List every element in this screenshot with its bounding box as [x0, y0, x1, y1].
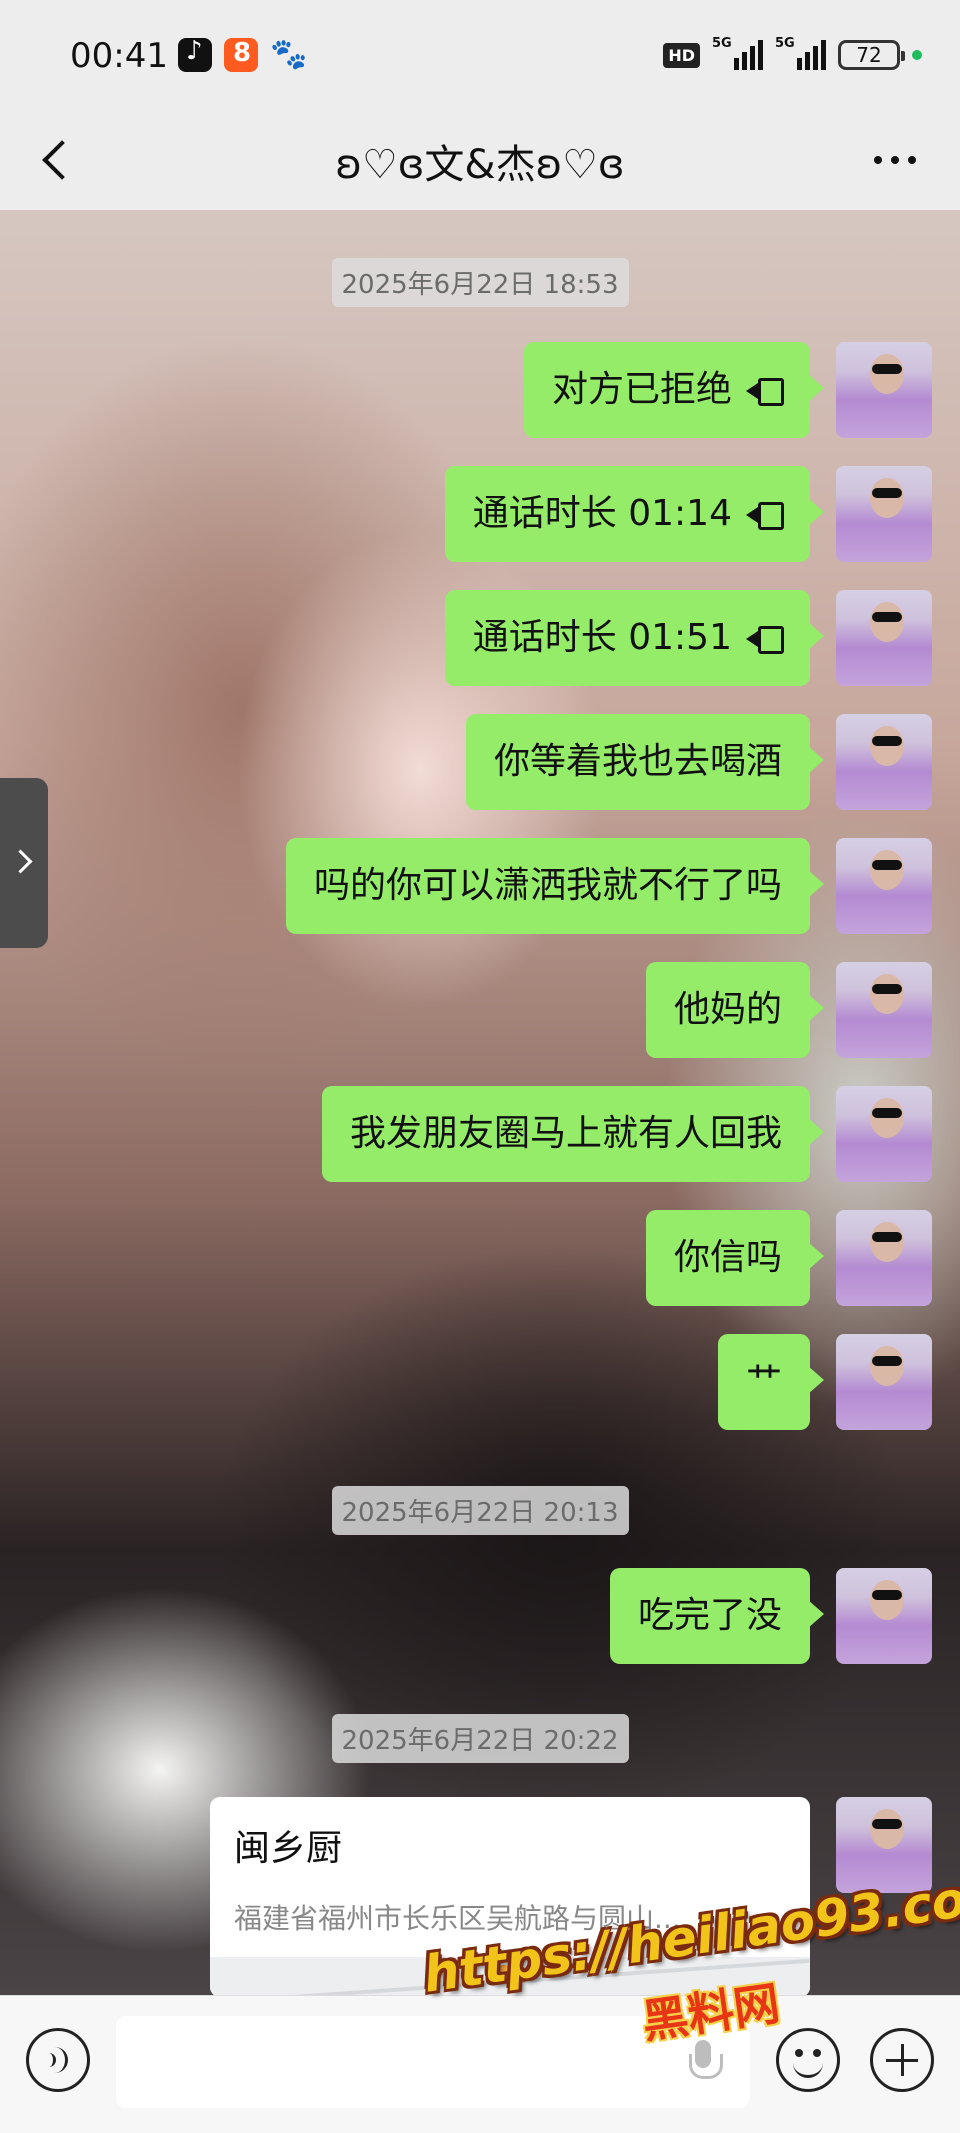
network-type-label-2: 5G — [775, 36, 795, 51]
privacy-indicator-dot — [912, 50, 922, 60]
timestamp: 2025年6月22日 18:53 — [0, 258, 960, 307]
message-row: 他妈的 — [0, 962, 960, 1058]
message-row: 你等着我也去喝酒 — [0, 714, 960, 810]
avatar[interactable] — [836, 590, 932, 686]
message-bubble[interactable]: 他妈的 — [645, 962, 825, 1058]
message-bubble[interactable]: 你等着我也去喝酒 — [465, 714, 825, 810]
message-bubble[interactable]: 吗的你可以潇洒我就不行了吗 — [285, 838, 825, 934]
orange-app-icon — [224, 38, 258, 72]
avatar[interactable] — [836, 714, 932, 810]
message-bubble[interactable]: 对方已拒绝 — [523, 342, 825, 438]
chat-header: ʚ♡ɞ文&杰ʚ♡ɞ — [0, 110, 960, 210]
video-call-icon — [746, 626, 784, 654]
signal-icon: 5G — [712, 36, 763, 70]
signal-icon-2: 5G — [775, 36, 826, 70]
hd-badge: HD — [663, 42, 700, 68]
avatar[interactable] — [836, 962, 932, 1058]
avatar[interactable] — [836, 1210, 932, 1306]
avatar[interactable] — [836, 1568, 932, 1664]
network-type-label: 5G — [712, 36, 732, 51]
message-bubble[interactable]: 通话时长 01:51 — [444, 590, 825, 686]
message-row: 吗的你可以潇洒我就不行了吗 — [0, 838, 960, 934]
baidu-paw-icon: 🐾 — [270, 37, 308, 72]
video-call-icon — [746, 502, 784, 530]
timestamp: 2025年6月22日 20:13 — [0, 1486, 960, 1535]
message-bubble[interactable]: 通话时长 01:14 — [444, 466, 825, 562]
message-row: 你信吗 — [0, 1210, 960, 1306]
chat-area[interactable]: 2025年6月22日 18:53 对方已拒绝 通话时长 01:14 通话时长 0… — [0, 210, 960, 1995]
message-row: 吃完了没 — [0, 1568, 960, 1664]
message-row: 通话时长 01:14 — [0, 466, 960, 562]
tiktok-icon — [178, 36, 212, 72]
message-row: 我发朋友圈马上就有人回我 — [0, 1086, 960, 1182]
message-bubble[interactable]: 艹 — [717, 1334, 825, 1430]
status-indicators: HD 5G 5G 72 — [663, 36, 922, 72]
message-bubble[interactable]: 你信吗 — [645, 1210, 825, 1306]
status-bar: 00:41 🐾 HD 5G 5G 72 — [0, 0, 960, 110]
watermark-label: 黑料网 — [638, 1976, 783, 2049]
avatar[interactable] — [836, 466, 932, 562]
voice-mode-button[interactable] — [26, 2028, 90, 2092]
video-call-icon — [746, 378, 784, 406]
message-row: 对方已拒绝 — [0, 342, 960, 438]
status-time: 00:41 — [70, 36, 168, 76]
chat-title: ʚ♡ɞ文&杰ʚ♡ɞ — [335, 142, 625, 188]
message-bubble[interactable]: 吃完了没 — [609, 1568, 825, 1664]
battery-icon: 72 — [838, 40, 905, 70]
message-row: 艹 — [0, 1334, 960, 1430]
avatar[interactable] — [836, 1086, 932, 1182]
message-bubble[interactable]: 我发朋友圈马上就有人回我 — [321, 1086, 825, 1182]
avatar[interactable] — [836, 1334, 932, 1430]
avatar[interactable] — [836, 838, 932, 934]
more-button[interactable] — [874, 150, 924, 170]
timestamp: 2025年6月22日 20:22 — [0, 1714, 960, 1763]
message-row: 通话时长 01:51 — [0, 590, 960, 686]
avatar[interactable] — [836, 342, 932, 438]
location-name: 闽乡厨 — [234, 1828, 343, 1869]
